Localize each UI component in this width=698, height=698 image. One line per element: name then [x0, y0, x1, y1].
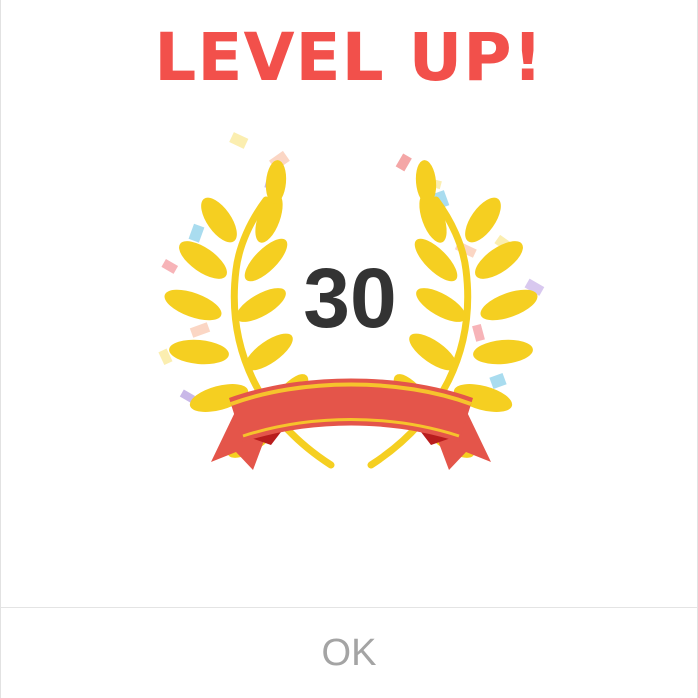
ribbon-banner-icon [211, 378, 491, 470]
ok-button-label: OK [321, 631, 377, 674]
level-up-dialog: LEVEL UP! 30 OK [0, 0, 698, 698]
dialog-title: LEVEL UP! [154, 19, 544, 96]
ok-button[interactable]: OK [1, 608, 697, 698]
level-number: 30 [303, 251, 397, 345]
